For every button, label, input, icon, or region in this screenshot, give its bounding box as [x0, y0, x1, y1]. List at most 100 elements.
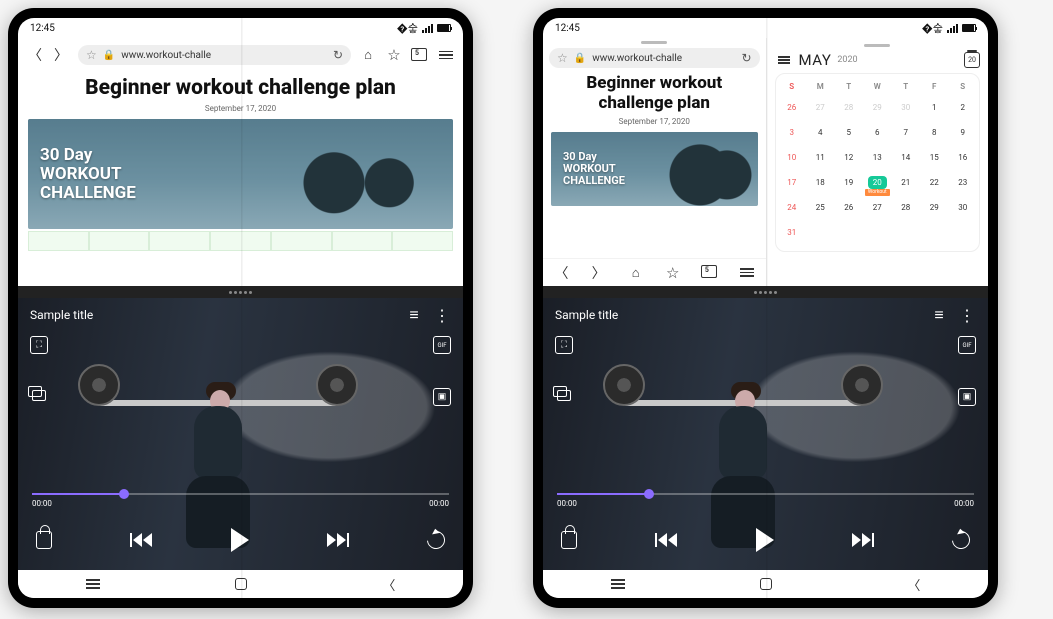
tabs-icon[interactable]: 5 — [701, 264, 719, 282]
day-cell[interactable] — [892, 222, 921, 247]
web-page[interactable]: Beginner workout challenge plan Septembe… — [543, 72, 766, 258]
calendar-grid[interactable]: S M T W T F S 26 27 28 29 30 1 2 3 — [775, 73, 981, 252]
day-cell[interactable] — [920, 222, 949, 247]
reload-icon[interactable]: ↻ — [741, 51, 751, 65]
day-cell[interactable]: 19 — [835, 172, 864, 197]
pip-icon[interactable] — [555, 388, 573, 406]
bookmarks-icon[interactable]: ☆ — [664, 264, 682, 282]
day-cell[interactable]: 7 — [892, 122, 921, 147]
home-icon[interactable]: ⌂ — [359, 46, 377, 64]
day-cell[interactable]: 28 — [892, 197, 921, 222]
day-cell[interactable]: 10 — [778, 147, 807, 172]
day-cell[interactable]: 6 — [863, 122, 892, 147]
video-more-icon[interactable]: ⋮ — [958, 306, 976, 324]
event-chip[interactable]: Workout — [865, 189, 890, 196]
day-cell[interactable]: 23 — [949, 172, 978, 197]
forward-button[interactable]: 〉 — [590, 264, 608, 282]
video-progress[interactable]: 00:00 00:00 — [557, 493, 974, 508]
playlist-icon[interactable]: ≡ — [930, 306, 948, 324]
day-cell[interactable]: 21 — [892, 172, 921, 197]
day-cell[interactable]: 2 — [949, 97, 978, 122]
back-system-button[interactable]: 〈 — [382, 575, 395, 594]
skip-forward-button[interactable] — [852, 533, 874, 547]
day-cell[interactable] — [863, 222, 892, 247]
recents-button[interactable] — [611, 579, 625, 589]
day-cell[interactable]: 15 — [920, 147, 949, 172]
video-progress[interactable]: 00:00 00:00 — [32, 493, 449, 508]
recents-button[interactable] — [86, 579, 100, 589]
day-cell[interactable] — [835, 222, 864, 247]
pane-drag-handle[interactable] — [864, 44, 890, 47]
home-button[interactable] — [235, 578, 247, 590]
skip-back-button[interactable] — [130, 533, 152, 547]
skip-forward-button[interactable] — [327, 533, 349, 547]
day-cell[interactable]: 31 — [778, 222, 807, 247]
day-cell[interactable]: 24 — [778, 197, 807, 222]
address-bar[interactable]: ☆ 🔒 www.workout-challe ↻ — [78, 45, 351, 65]
day-cell[interactable]: 11 — [806, 147, 835, 172]
calendar-month[interactable]: MAY — [799, 51, 832, 69]
day-cell-today[interactable]: 20Workout — [863, 172, 892, 197]
skip-back-button[interactable] — [655, 533, 677, 547]
day-cell[interactable]: 5 — [835, 122, 864, 147]
reload-icon[interactable]: ↻ — [333, 48, 343, 62]
menu-icon[interactable] — [437, 46, 455, 64]
capture-icon[interactable]: ▣ — [958, 388, 976, 406]
rotate-icon[interactable] — [948, 527, 973, 552]
back-system-button[interactable]: 〈 — [907, 575, 920, 594]
play-button[interactable] — [756, 528, 774, 552]
day-cell[interactable] — [949, 222, 978, 247]
web-page[interactable]: Beginner workout challenge plan Septembe… — [18, 72, 463, 286]
back-button[interactable]: 〈 — [26, 46, 44, 64]
day-cell[interactable]: 29 — [920, 197, 949, 222]
day-cell[interactable]: 1 — [920, 97, 949, 122]
split-drag-handle[interactable] — [543, 286, 988, 298]
address-bar[interactable]: ☆ 🔒 www.workout-challe ↻ — [549, 48, 760, 68]
back-button[interactable]: 〈 — [553, 264, 571, 282]
home-button[interactable] — [760, 578, 772, 590]
lock-controls-icon[interactable] — [561, 531, 577, 549]
bookmark-star-icon[interactable]: ☆ — [557, 51, 568, 65]
day-cell[interactable]: 29 — [863, 97, 892, 122]
day-cell[interactable]: 12 — [835, 147, 864, 172]
play-button[interactable] — [231, 528, 249, 552]
rotate-icon[interactable] — [423, 527, 448, 552]
fullscreen-icon[interactable]: ⛶ — [30, 336, 48, 354]
tabs-icon[interactable]: 5 — [411, 46, 429, 64]
day-cell[interactable]: 28 — [835, 97, 864, 122]
day-cell[interactable]: 30 — [892, 97, 921, 122]
day-cell[interactable]: 13 — [863, 147, 892, 172]
day-cell[interactable]: 27 — [806, 97, 835, 122]
playlist-icon[interactable]: ≡ — [405, 306, 423, 324]
home-icon[interactable]: ⌂ — [627, 264, 645, 282]
day-cell[interactable]: 26 — [778, 97, 807, 122]
day-cell[interactable]: 25 — [806, 197, 835, 222]
bookmark-star-icon[interactable]: ☆ — [86, 48, 97, 62]
fullscreen-icon[interactable]: ⛶ — [555, 336, 573, 354]
bookmarks-icon[interactable]: ☆ — [385, 46, 403, 64]
pip-icon[interactable] — [30, 388, 48, 406]
day-cell[interactable]: 16 — [949, 147, 978, 172]
today-icon[interactable]: 20 — [964, 52, 980, 68]
day-cell[interactable]: 17 — [778, 172, 807, 197]
forward-button[interactable]: 〉 — [52, 46, 70, 64]
video-more-icon[interactable]: ⋮ — [433, 306, 451, 324]
gif-icon[interactable]: GIF — [433, 336, 451, 354]
day-cell[interactable]: 18 — [806, 172, 835, 197]
day-cell[interactable]: 30 — [949, 197, 978, 222]
day-cell[interactable]: 27 — [863, 197, 892, 222]
day-cell[interactable]: 3 — [778, 122, 807, 147]
day-cell[interactable] — [806, 222, 835, 247]
menu-icon[interactable] — [738, 264, 756, 282]
day-cell[interactable]: 22 — [920, 172, 949, 197]
capture-icon[interactable]: ▣ — [433, 388, 451, 406]
day-cell[interactable]: 26 — [835, 197, 864, 222]
gif-icon[interactable]: GIF — [958, 336, 976, 354]
split-drag-handle[interactable] — [18, 286, 463, 298]
lock-controls-icon[interactable] — [36, 531, 52, 549]
day-cell[interactable]: 4 — [806, 122, 835, 147]
day-cell[interactable]: 9 — [949, 122, 978, 147]
day-cell[interactable]: 14 — [892, 147, 921, 172]
day-cell[interactable]: 8 — [920, 122, 949, 147]
calendar-menu-icon[interactable] — [775, 51, 793, 69]
